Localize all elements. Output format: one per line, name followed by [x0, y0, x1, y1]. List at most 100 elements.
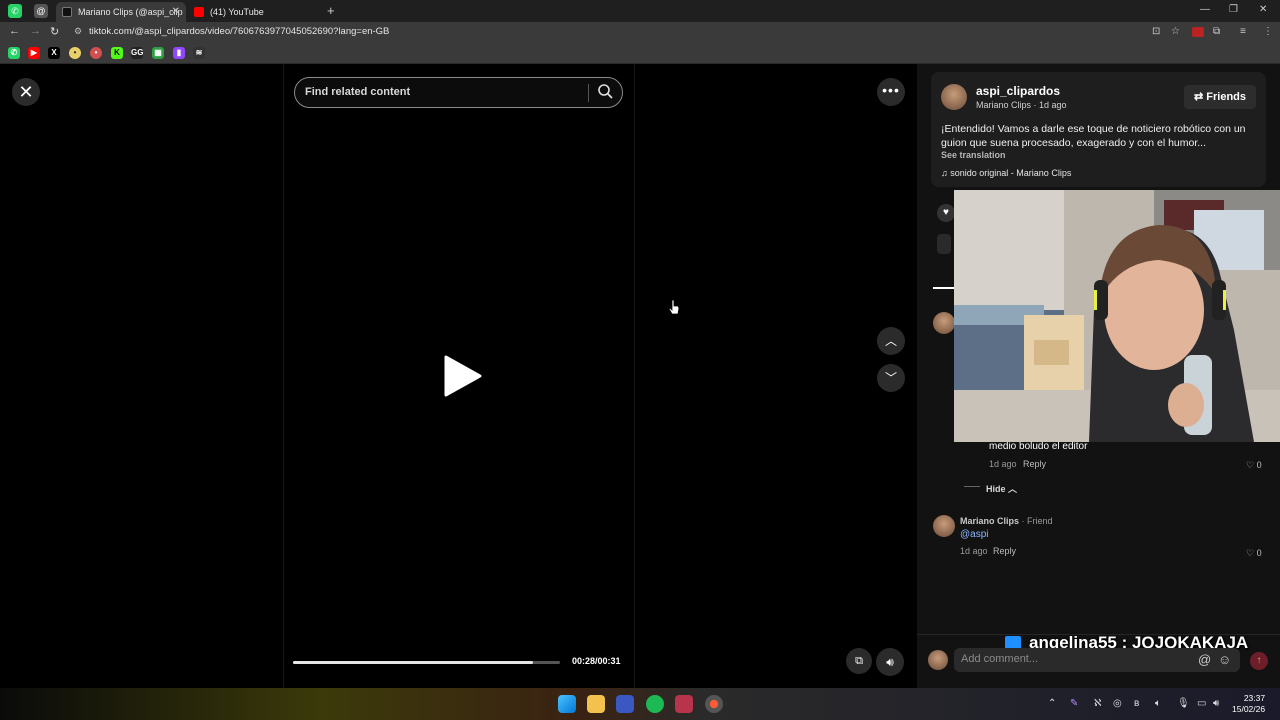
reload-icon[interactable]: ↻	[50, 25, 59, 38]
url-field[interactable]: tiktok.com/@aspi_clipardos/video/7606763…	[89, 26, 389, 37]
back-icon[interactable]: ←	[9, 25, 20, 37]
search-input[interactable]: Find related content	[305, 86, 410, 98]
see-translation-link[interactable]: See translation	[941, 150, 1006, 160]
comment-like[interactable]: ♡ 0	[1246, 548, 1262, 559]
windows-taskbar: ⌃ ✎ ℵ ◎ ʙ 🔈︎ 🎙︎ ▭ 🔊︎ 23:37 15/02/26	[0, 688, 1280, 720]
taskbar-clock[interactable]: 23:37 15/02/26	[1232, 693, 1265, 715]
tray-icon[interactable]: ✎	[1070, 698, 1078, 709]
window-close-icon[interactable]: ✕	[1259, 4, 1267, 15]
extension-badge-icon[interactable]	[1192, 27, 1204, 37]
comment-placeholder: Add comment...	[961, 653, 1039, 665]
more-options-button[interactable]: •••	[877, 78, 905, 106]
friends-label: Friends	[1206, 91, 1246, 103]
restore-icon[interactable]: ❐	[1229, 4, 1238, 15]
comment-time: 1d ago	[960, 546, 988, 556]
tab-tiktok[interactable]: Mariano Clips (@aspi_clip ✕	[56, 2, 186, 22]
heart-icon: ♡	[1246, 548, 1257, 558]
kick-bookmark-icon[interactable]: K	[111, 47, 123, 59]
microphone-icon[interactable]: 🎙︎	[1177, 698, 1190, 709]
streamer-webcam-image	[954, 190, 1280, 442]
close-tab-icon[interactable]: ✕	[172, 2, 180, 22]
chevron-up-icon: ︿	[1005, 484, 1018, 494]
bluetooth-icon[interactable]: ʙ	[1134, 698, 1139, 709]
minimize-icon[interactable]: —	[1200, 4, 1210, 15]
extensions-icon[interactable]: ⧉	[1213, 26, 1220, 37]
picture-in-picture-button[interactable]: ⧉	[846, 648, 872, 674]
like-icon[interactable]: ♥	[937, 204, 955, 222]
emoji-icon[interactable]: ☺	[1218, 652, 1231, 667]
reply-button[interactable]: Reply	[993, 546, 1016, 556]
progress-fill	[293, 661, 534, 664]
search-icon[interactable]	[597, 83, 613, 99]
time-display: 00:28/00:31	[572, 656, 621, 666]
threads-pinned-tab-icon[interactable]: @	[34, 4, 48, 18]
tray-icon[interactable]: ◎	[1113, 698, 1122, 709]
obs-icon[interactable]	[705, 695, 723, 713]
app-icon[interactable]	[616, 695, 634, 713]
bookmark-icon[interactable]: GG	[131, 47, 143, 59]
comment-time: 1d ago	[989, 459, 1017, 469]
comment-like[interactable]: ♡ 0	[1246, 460, 1262, 471]
author-avatar[interactable]	[941, 84, 967, 110]
music-note-icon: ♫	[941, 168, 951, 178]
x-bookmark-icon[interactable]: X	[48, 47, 60, 59]
bookmark-icon[interactable]: •	[69, 47, 81, 59]
description-card: aspi_clipardos Mariano Clips · 1d ago ⇄ …	[931, 72, 1266, 187]
comment-mention[interactable]: @aspi	[960, 529, 989, 540]
volume-icon[interactable]: 🔊︎	[1213, 698, 1219, 709]
progress-bar[interactable]	[293, 661, 560, 664]
current-user-avatar[interactable]	[928, 650, 948, 670]
commenter-avatar[interactable]	[933, 312, 955, 334]
youtube-favicon-icon	[194, 7, 204, 17]
like-count: 0	[1256, 548, 1262, 558]
browser-menu-icon[interactable]: ⋮	[1263, 26, 1273, 37]
install-app-icon[interactable]: ⊡	[1152, 26, 1160, 37]
reply-button[interactable]: Reply	[1023, 459, 1046, 469]
spotify-icon[interactable]	[646, 695, 664, 713]
tab-title: (41) YouTube	[210, 7, 264, 17]
hide-divider	[964, 486, 980, 487]
tray-icon[interactable]: ℵ	[1094, 698, 1101, 709]
site-info-icon[interactable]: ⚙	[74, 26, 82, 37]
webcam-overlay	[954, 190, 1280, 442]
youtube-bookmark-icon[interactable]: ▶	[28, 47, 40, 59]
next-video-button[interactable]: ﹀	[877, 364, 905, 392]
close-video-button[interactable]: ✕	[12, 78, 40, 106]
hide-replies-button[interactable]: Hide ︿	[986, 482, 1017, 495]
commenter-avatar[interactable]	[933, 515, 955, 537]
media-icon[interactable]: ≡	[1240, 26, 1246, 37]
previous-video-button[interactable]: ︿	[877, 327, 905, 355]
mention-icon[interactable]: @	[1198, 652, 1211, 667]
bookmark-icon[interactable]: •	[90, 47, 102, 59]
start-menu-icon[interactable]	[558, 695, 576, 713]
app-icon[interactable]	[675, 695, 693, 713]
play-icon[interactable]	[440, 354, 484, 398]
chevron-up-icon[interactable]: ⌃	[1048, 698, 1056, 709]
post-comment-button[interactable]: ↑	[1250, 652, 1268, 670]
whatsapp-bookmark-icon[interactable]: ✆	[8, 47, 20, 59]
browser-tab-bar: ✆ @ Mariano Clips (@aspi_clip ✕ (41) You…	[0, 0, 1280, 22]
tab-youtube[interactable]: (41) YouTube	[188, 2, 318, 22]
music-link[interactable]: ♫ sonido original - Mariano Clips	[941, 168, 1071, 178]
bookmarks-bar: ✆ ▶ X • • K GG ▦ ▮ ≋	[0, 42, 1280, 64]
twitch-bookmark-icon[interactable]: ▮	[173, 47, 185, 59]
new-tab-button[interactable]: +	[327, 3, 335, 18]
volume-button[interactable]: 🔊︎	[876, 648, 904, 676]
friends-button[interactable]: ⇄ Friends	[1184, 85, 1256, 109]
author-username[interactable]: aspi_clipardos	[976, 84, 1060, 98]
hashtag-chip[interactable]	[937, 234, 951, 254]
add-comment-field[interactable]: Add comment... @ ☺	[954, 648, 1240, 672]
clock-time: 23:37	[1243, 693, 1266, 703]
file-explorer-icon[interactable]	[587, 695, 605, 713]
whatsapp-pinned-tab-icon[interactable]: ✆	[8, 4, 22, 18]
bookmark-star-icon[interactable]: ☆	[1171, 26, 1180, 37]
forward-icon[interactable]: →	[30, 25, 41, 37]
hide-label: Hide	[986, 484, 1006, 494]
comment-author[interactable]: Mariano Clips	[960, 516, 1019, 526]
search-bar[interactable]: Find related content	[294, 77, 623, 108]
speaker-icon[interactable]: 🔈︎	[1155, 698, 1161, 709]
tab-title: Mariano Clips (@aspi_clip	[78, 7, 183, 17]
bookmark-icon[interactable]: ▦	[152, 47, 164, 59]
network-icon[interactable]: ▭	[1197, 698, 1206, 709]
bookmark-icon[interactable]: ≋	[193, 47, 205, 59]
